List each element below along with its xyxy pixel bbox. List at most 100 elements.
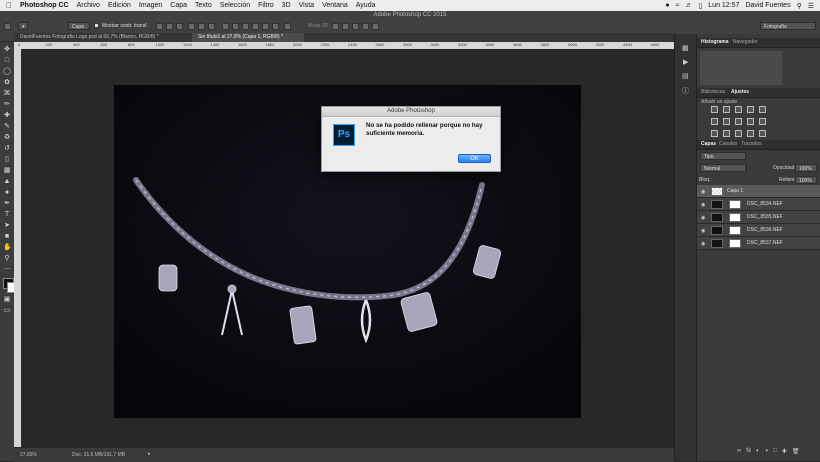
auto-align-icon[interactable]: [284, 23, 291, 30]
play-actions-icon[interactable]: ▶: [683, 58, 688, 66]
move-tool-icon[interactable]: ✥: [3, 46, 11, 54]
status-menu-icon[interactable]: ▸: [148, 451, 151, 457]
wifi-icon[interactable]: ≈: [676, 2, 680, 9]
brush-tool-icon[interactable]: ✎: [3, 123, 11, 131]
lasso-tool-icon[interactable]: ◯: [3, 68, 11, 76]
move-tool-preset-icon[interactable]: [4, 23, 11, 30]
3d-rotate-icon[interactable]: [332, 23, 339, 30]
path-select-tool-icon[interactable]: ➤: [3, 222, 11, 230]
tab-canales[interactable]: Canales: [717, 140, 739, 149]
properties-panel-icon[interactable]: ▤: [682, 72, 689, 80]
eraser-tool-icon[interactable]: ▯: [3, 156, 11, 164]
battery-icon[interactable]: ▯: [698, 2, 702, 10]
menu-ventana[interactable]: Ventana: [322, 2, 348, 9]
menu-ayuda[interactable]: Ayuda: [356, 2, 376, 9]
selective-color-adjust-icon[interactable]: [759, 130, 766, 137]
3d-scale-icon[interactable]: [372, 23, 379, 30]
layer-row[interactable]: ◉ DSC_8534.NEF: [697, 198, 820, 211]
levels-adjust-icon[interactable]: [723, 106, 730, 113]
tab-trazados[interactable]: Trazados: [739, 140, 764, 149]
histogram-panel-icon[interactable]: ▦: [682, 44, 689, 52]
visibility-eye-icon[interactable]: ◉: [701, 202, 705, 208]
screen-mode-icon[interactable]: ▭: [3, 307, 11, 315]
visibility-eye-icon[interactable]: ◉: [701, 189, 705, 195]
color-balance-adjust-icon[interactable]: [723, 118, 730, 125]
add-mask-icon[interactable]: ◐: [756, 448, 760, 458]
opacity-field[interactable]: 100%: [795, 164, 817, 172]
eyedropper-tool-icon[interactable]: ✏: [3, 101, 11, 109]
layer-row[interactable]: ◉ DSC_8535.NEF: [697, 211, 820, 224]
tab-bibliotecas[interactable]: Bibliotecas: [699, 88, 727, 97]
tab-untitled-document[interactable]: Sin título1 al 27,8% (Capa 1, RGB/8) *: [192, 33, 304, 42]
menu-vista[interactable]: Vista: [299, 2, 314, 9]
shape-tool-icon[interactable]: ■: [3, 233, 11, 241]
visibility-eye-icon[interactable]: ◉: [701, 215, 705, 221]
vibrance-adjust-icon[interactable]: [759, 106, 766, 113]
link-layers-icon[interactable]: ∞: [737, 448, 741, 458]
menubar-clock[interactable]: Lun 12:57: [708, 2, 739, 9]
ok-button[interactable]: OK: [458, 154, 491, 163]
distribute-top-icon[interactable]: [222, 23, 229, 30]
layer-name[interactable]: Capa 1: [727, 188, 743, 194]
layer-filter-dropdown[interactable]: Tipo: [700, 152, 746, 160]
hand-tool-icon[interactable]: ✋: [3, 244, 12, 252]
menu-capa[interactable]: Capa: [170, 2, 187, 9]
curves-adjust-icon[interactable]: [735, 106, 742, 113]
hue-saturation-adjust-icon[interactable]: [711, 118, 718, 125]
apple-icon[interactable]: : [6, 1, 12, 10]
align-hcenter-icon[interactable]: [198, 23, 205, 30]
auto-select-dropdown[interactable]: Capa: [68, 22, 90, 30]
3d-roll-icon[interactable]: [342, 23, 349, 30]
menubar-user[interactable]: David Fuentes: [745, 2, 790, 9]
layer-name[interactable]: DSC_8534.NEF: [747, 201, 783, 207]
menu-edicion[interactable]: Edición: [108, 2, 131, 9]
distribute-bottom-icon[interactable]: [242, 23, 249, 30]
creative-cloud-icon[interactable]: ●: [665, 2, 669, 9]
brightness-adjust-icon[interactable]: [711, 106, 718, 113]
layer-row[interactable]: ◉ DSC_8536.NEF: [697, 224, 820, 237]
menu-3d[interactable]: 3D: [282, 2, 291, 9]
dodge-tool-icon[interactable]: ●: [3, 189, 11, 197]
align-right-icon[interactable]: [208, 23, 215, 30]
tab-ajustes[interactable]: Ajustes: [729, 88, 751, 97]
menu-imagen[interactable]: Imagen: [139, 2, 162, 9]
photo-filter-adjust-icon[interactable]: [747, 118, 754, 125]
threshold-adjust-icon[interactable]: [735, 130, 742, 137]
tab-histograma[interactable]: Histograma: [699, 38, 731, 47]
tab-logo-document[interactable]: DavidFuentes Fotografia Logo.psd al 66,7…: [14, 33, 190, 42]
search-icon[interactable]: ⚲: [797, 2, 802, 10]
clone-stamp-tool-icon[interactable]: ♻: [3, 134, 11, 142]
menu-app-name[interactable]: Photoshop CC: [20, 2, 69, 9]
zoom-level[interactable]: 27,83%: [20, 452, 37, 458]
menu-archivo[interactable]: Archivo: [77, 2, 100, 9]
more-tools-icon[interactable]: ⋯: [3, 266, 11, 274]
blend-mode-dropdown[interactable]: Normal: [700, 164, 746, 172]
marquee-tool-icon[interactable]: □: [3, 57, 11, 65]
zoom-tool-icon[interactable]: ⚲: [3, 255, 11, 263]
new-group-icon[interactable]: □: [773, 448, 777, 458]
tab-navegador[interactable]: Navegador: [731, 38, 759, 47]
align-vcenter-icon[interactable]: [166, 23, 173, 30]
delete-layer-icon[interactable]: 🗑: [792, 448, 800, 458]
menu-texto[interactable]: Texto: [195, 2, 212, 9]
distribute-left-icon[interactable]: [252, 23, 259, 30]
pen-tool-icon[interactable]: ✒: [3, 200, 11, 208]
tab-capas[interactable]: Capas: [699, 140, 718, 149]
distribute-right-icon[interactable]: [272, 23, 279, 30]
distribute-hcenter-icon[interactable]: [262, 23, 269, 30]
show-transform-checkbox[interactable]: [94, 23, 99, 28]
menu-filtro[interactable]: Filtro: [258, 2, 274, 9]
type-tool-icon[interactable]: T: [3, 211, 11, 219]
quick-mask-icon[interactable]: ▣: [3, 296, 11, 304]
blur-tool-icon[interactable]: ▲: [3, 178, 11, 186]
layer-name[interactable]: DSC_8537.NEF: [747, 240, 783, 246]
layer-row[interactable]: ◉ Capa 1: [697, 185, 820, 198]
workspace-dropdown[interactable]: Fotografía: [760, 22, 816, 30]
visibility-eye-icon[interactable]: ◉: [701, 241, 705, 247]
crop-tool-icon[interactable]: ⌘: [3, 90, 11, 98]
layer-name[interactable]: DSC_8535.NEF: [747, 214, 783, 220]
healing-brush-tool-icon[interactable]: ✚: [3, 112, 11, 120]
3d-slide-icon[interactable]: [362, 23, 369, 30]
channel-mixer-adjust-icon[interactable]: [759, 118, 766, 125]
align-top-icon[interactable]: [156, 23, 163, 30]
